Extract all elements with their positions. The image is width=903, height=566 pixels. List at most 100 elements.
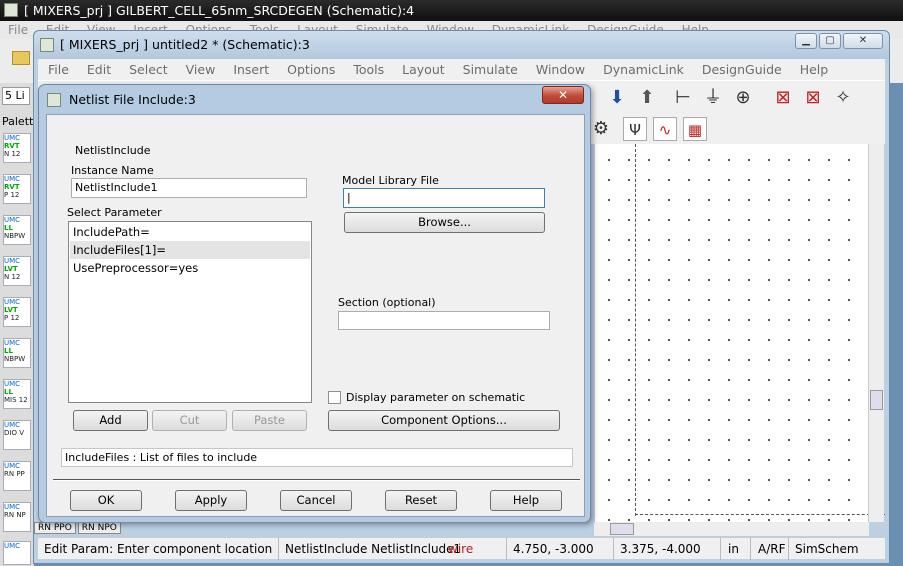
cancel-button[interactable]: Cancel: [280, 490, 352, 511]
status-message: Edit Param: Enter component location: [44, 542, 273, 556]
component-brand: UMC: [4, 542, 21, 550]
palette-component[interactable]: UMC RN NP: [3, 502, 31, 532]
simulate-icon[interactable]: ▦: [683, 117, 707, 141]
palette-tab[interactable]: RN NPO: [77, 522, 121, 534]
component-brand: UMC: [4, 421, 21, 429]
menu-designguide[interactable]: DesignGuide: [702, 62, 782, 77]
list-item-selected[interactable]: IncludeFiles[1]=: [70, 241, 310, 259]
section-input[interactable]: [338, 311, 550, 330]
vertical-scroll-thumb[interactable]: [870, 390, 883, 410]
component-label: N 12: [4, 273, 21, 281]
palette-component[interactable]: UMC: [3, 541, 31, 565]
wire-tool-icon[interactable]: ⊢: [671, 86, 695, 110]
menu-simulate[interactable]: Simulate: [463, 62, 518, 77]
close-icon[interactable]: ✕: [542, 86, 584, 104]
close-icon[interactable]: ✕: [843, 33, 883, 49]
palette-component[interactable]: UMC LL NBPW: [3, 215, 31, 245]
component-brand: UMC: [4, 216, 21, 224]
status-coord-2: 3.375, -4.000: [620, 542, 701, 556]
component-label: NBPW: [4, 232, 26, 240]
boundary-line-horizontal: [635, 514, 885, 515]
status-component: NetlistInclude NetlistInclude1: [285, 542, 462, 556]
apply-button[interactable]: Apply: [175, 490, 247, 511]
component-brand: UMC: [4, 339, 21, 347]
minimize-icon[interactable]: ▁: [795, 33, 817, 49]
schematic-canvas[interactable]: [594, 144, 885, 522]
schematic-window-title: [ MIXERS_prj ] untitled2 * (Schematic):3: [60, 37, 310, 52]
select-parameter-label: Select Parameter: [67, 206, 162, 219]
gear-icon[interactable]: ⚙: [589, 117, 613, 141]
menu-view[interactable]: View: [186, 62, 216, 77]
deactivate-icon[interactable]: ⊠: [771, 86, 795, 110]
display-param-label: Display parameter on schematic: [346, 391, 526, 404]
status-divider: [613, 538, 614, 560]
vertical-scrollbar[interactable]: [868, 144, 884, 522]
component-brand: UMC: [4, 257, 21, 265]
palette-component[interactable]: UMC LVT P 12: [3, 297, 31, 327]
horizontal-scrollbar[interactable]: [594, 522, 869, 536]
dialog-titlebar[interactable]: Netlist File Include:3: [39, 85, 590, 113]
add-button[interactable]: Add: [73, 410, 148, 431]
list-item[interactable]: UsePreprocessor=yes: [70, 259, 310, 277]
parameter-list[interactable]: IncludePath= IncludeFiles[1]= UsePreproc…: [68, 221, 312, 403]
component-tag: LVT: [4, 306, 18, 314]
component-brand: UMC: [4, 462, 21, 470]
palette-component[interactable]: UMC RN PP: [3, 461, 31, 491]
menu-options[interactable]: Options: [287, 62, 335, 77]
status-divider: [506, 538, 507, 560]
palette-component[interactable]: UMC DIO V: [3, 420, 31, 450]
menu-help[interactable]: Help: [800, 62, 829, 77]
component-brand: UMC: [4, 503, 21, 511]
model-library-label: Model Library File: [342, 174, 439, 187]
menu-file[interactable]: File: [48, 62, 69, 77]
outer-menu-file[interactable]: File: [8, 23, 28, 37]
menu-window[interactable]: Window: [536, 62, 585, 77]
palette-component[interactable]: UMC LL MIS 12: [3, 379, 31, 409]
magic-wand-icon[interactable]: ✧: [831, 86, 855, 110]
port-icon[interactable]: ⊕: [731, 86, 755, 110]
model-library-input[interactable]: |: [343, 188, 545, 208]
menu-insert[interactable]: Insert: [233, 62, 269, 77]
palette-component[interactable]: UMC LL NBPW: [3, 338, 31, 368]
component-label: RN PP: [4, 470, 25, 478]
menu-edit[interactable]: Edit: [87, 62, 111, 77]
component-label: P 12: [4, 191, 20, 199]
pop-up-icon[interactable]: ⬆: [635, 86, 659, 110]
menu-layout[interactable]: Layout: [402, 62, 445, 77]
schematic-window-titlebar[interactable]: [ MIXERS_prj ] untitled2 * (Schematic):3…: [34, 31, 889, 59]
palette-component[interactable]: UMC RVT N 12: [3, 133, 31, 163]
open-folder-icon[interactable]: [12, 51, 30, 65]
palette-combo[interactable]: 5 Li: [2, 87, 30, 105]
maximize-icon[interactable]: ▢: [819, 33, 841, 49]
instance-name-input[interactable]: NetlistInclude1: [71, 178, 307, 198]
component-tag: RVT: [4, 183, 20, 191]
palette-component[interactable]: UMC LVT N 12: [3, 256, 31, 286]
reset-button[interactable]: Reset: [385, 490, 457, 511]
cut-button[interactable]: Cut: [152, 410, 227, 431]
component-tag: LL: [4, 347, 13, 355]
menu-tools[interactable]: Tools: [353, 62, 384, 77]
display-param-checkbox[interactable]: [328, 391, 341, 404]
help-button[interactable]: Help: [490, 490, 562, 511]
display-data-icon[interactable]: ∿: [653, 117, 677, 141]
component-options-button[interactable]: Component Options...: [328, 410, 560, 431]
horizontal-scroll-thumb[interactable]: [610, 523, 634, 535]
menu-select[interactable]: Select: [129, 62, 168, 77]
component-palette: 5 Li Palett UMC RVT N 12 UMC RVT P 12 UMC LL N…: [0, 83, 34, 566]
tuning-icon[interactable]: Ψ: [623, 117, 647, 141]
dialog-body: NetlistInclude Instance Name NetlistIncl…: [46, 114, 585, 517]
component-label: NBPW: [4, 355, 26, 363]
component-brand: UMC: [4, 134, 21, 142]
section-label: Section (optional): [338, 296, 436, 309]
list-item[interactable]: IncludePath=: [70, 223, 310, 241]
menu-dynamiclink[interactable]: DynamicLink: [603, 62, 684, 77]
ground-icon[interactable]: ⏚: [701, 86, 725, 110]
dialog-separator: [53, 479, 580, 481]
browse-button[interactable]: Browse...: [344, 212, 545, 233]
palette-tab[interactable]: RN PPO: [34, 522, 76, 534]
paste-button[interactable]: Paste: [232, 410, 307, 431]
push-down-icon[interactable]: ⬇: [605, 86, 629, 110]
short-icon[interactable]: ⊠: [801, 86, 825, 110]
ok-button[interactable]: OK: [70, 490, 142, 511]
palette-component[interactable]: UMC RVT P 12: [3, 174, 31, 204]
